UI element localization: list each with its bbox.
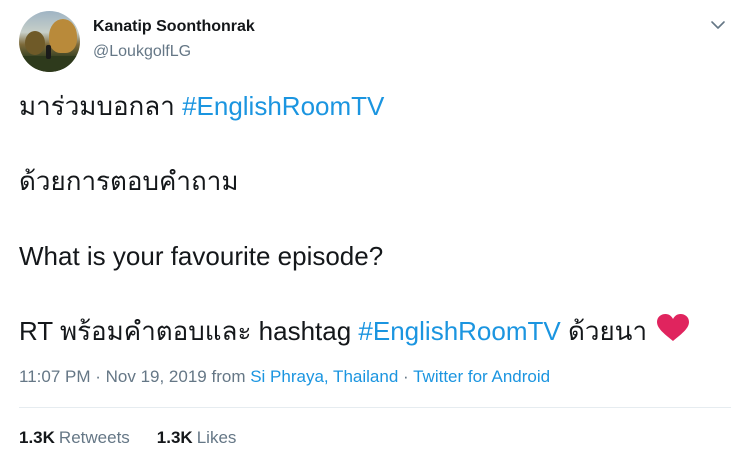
tweet-text: ด้วยการตอบคำถาม bbox=[19, 166, 239, 196]
tweet-text: What is your favourite episode? bbox=[19, 241, 384, 271]
hashtag-link[interactable]: #EnglishRoomTV bbox=[182, 91, 384, 121]
tweet-line-2: ด้วยการตอบคำถาม bbox=[19, 165, 239, 197]
avatar[interactable] bbox=[19, 11, 80, 72]
author-handle[interactable]: @LoukgolfLG bbox=[93, 43, 191, 61]
chevron-down-icon[interactable] bbox=[707, 14, 729, 36]
likes-count: 1.3K bbox=[156, 428, 193, 447]
source-link[interactable]: Twitter for Android bbox=[413, 367, 550, 386]
avatar-person bbox=[46, 45, 51, 59]
likes-label: Likes bbox=[196, 428, 237, 447]
tweet-line-1: มาร่วมบอกลา #EnglishRoomTV bbox=[19, 90, 384, 122]
hashtag-link[interactable]: #EnglishRoomTV bbox=[358, 316, 560, 346]
tweet-meta: 11:07 PM · Nov 19, 2019 from Si Phraya, … bbox=[19, 366, 550, 388]
tweet-stats: 1.3K Retweets 1.3K Likes bbox=[19, 427, 263, 449]
tweet-line-3: What is your favourite episode? bbox=[19, 240, 383, 272]
tweet-card: Kanatip Soonthonrak @LoukgolfLG มาร่วมบอ… bbox=[0, 0, 747, 461]
tweet-line-4: RT พร้อมคำตอบและ hashtag #EnglishRoomTV … bbox=[19, 313, 690, 347]
tweet-date[interactable]: Nov 19, 2019 bbox=[106, 367, 207, 386]
author-display-name[interactable]: Kanatip Soonthonrak bbox=[93, 18, 255, 36]
tweet-text: RT พร้อมคำตอบและ hashtag bbox=[19, 316, 359, 346]
meta-separator: · bbox=[398, 367, 414, 386]
tweet-time[interactable]: 11:07 PM bbox=[19, 367, 91, 386]
divider bbox=[19, 407, 731, 408]
tweet-text: มาร่วมบอกลา bbox=[19, 91, 183, 121]
retweets-label: Retweets bbox=[58, 428, 130, 447]
retweets-count: 1.3K bbox=[19, 428, 55, 447]
avatar-tree-dark bbox=[25, 31, 45, 55]
avatar-tree bbox=[49, 19, 77, 53]
from-label: from bbox=[206, 367, 251, 386]
tweet-text: ด้วยนา bbox=[560, 316, 655, 346]
location-link[interactable]: Si Phraya, Thailand bbox=[250, 367, 398, 386]
retweets-stat[interactable]: 1.3K Retweets bbox=[19, 427, 130, 449]
heart-icon bbox=[656, 313, 690, 343]
meta-separator: · bbox=[90, 367, 106, 386]
likes-stat[interactable]: 1.3K Likes bbox=[157, 427, 237, 449]
